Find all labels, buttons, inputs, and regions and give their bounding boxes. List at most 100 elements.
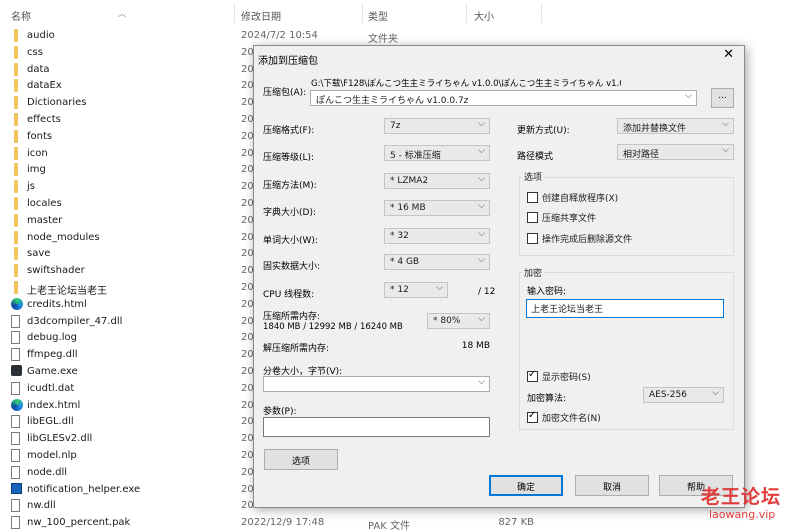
watermark-url: laowang.vip xyxy=(709,508,776,521)
mem-percent-select[interactable]: * 80% ⌵ xyxy=(427,313,490,329)
delete-after-label: 操作完成后删除源文件 xyxy=(542,235,633,245)
file-date: 20 xyxy=(241,450,254,461)
show-password-label: 显示密码(S) xyxy=(542,373,591,383)
word-value: * 32 xyxy=(390,231,409,241)
dict-value: * 16 MB xyxy=(390,203,426,213)
file-row[interactable]: audio 2024/7/2 10:54 文件夹 xyxy=(0,28,560,45)
cancel-button[interactable]: 取消 xyxy=(575,475,649,496)
column-name[interactable]: 名称 xyxy=(11,8,31,23)
update-select[interactable]: 添加并替换文件 ⌵ xyxy=(617,118,734,134)
column-divider[interactable] xyxy=(362,3,363,23)
folder-icon xyxy=(14,146,18,160)
chevron-down-icon: ⌵ xyxy=(478,119,485,129)
delete-after-checkbox[interactable] xyxy=(527,233,538,244)
file-name: save xyxy=(27,248,51,260)
file-name: notification_helper.exe xyxy=(27,483,141,495)
encryption-method-select[interactable]: AES-256 ⌵ xyxy=(643,387,724,403)
folder-icon xyxy=(14,62,18,76)
file-date: 20 xyxy=(241,500,254,512)
dialog-title: 添加到压缩包 xyxy=(258,56,318,67)
shared-files-label: 压缩共享文件 xyxy=(542,214,597,224)
file-date: 20 xyxy=(241,366,254,377)
file-date: 20 xyxy=(241,63,254,75)
exe-icon xyxy=(11,482,22,494)
path-mode-label: 路径模式 xyxy=(517,152,554,162)
options-button[interactable]: 选项 xyxy=(264,449,338,470)
file-name: Dictionaries xyxy=(27,97,87,109)
file-name: libGLESv2.dll xyxy=(27,433,93,445)
method-value: * LZMA2 xyxy=(390,176,429,186)
file-name: icudtl.dat xyxy=(27,382,75,394)
level-select[interactable]: 5 - 标准压缩 ⌵ xyxy=(384,145,490,161)
file-row[interactable]: nw_100_percent.pak 2022/12/9 17:48 PAK 文件 8… xyxy=(0,515,560,532)
ok-button[interactable]: 确定 xyxy=(489,475,563,496)
format-select[interactable]: 7z ⌵ xyxy=(384,118,490,134)
folder-icon xyxy=(14,113,18,126)
document-icon xyxy=(11,499,20,513)
chevron-down-icon: ⌵ xyxy=(478,377,485,387)
browse-button[interactable]: ... xyxy=(711,88,734,108)
file-date: 20 xyxy=(241,130,254,142)
update-label: 更新方式(U): xyxy=(517,126,570,136)
archive-label: 压缩包(A): xyxy=(263,88,307,98)
document-icon xyxy=(11,465,20,479)
dict-select[interactable]: * 16 MB ⌵ xyxy=(384,200,490,216)
method-label: 压缩方法(M): xyxy=(263,181,317,191)
chevron-down-icon: ⌵ xyxy=(712,388,719,398)
mem-compress-values: 1840 MB / 12992 MB / 16240 MB xyxy=(263,322,403,332)
folder-icon xyxy=(14,180,18,194)
chevron-down-icon: ⌵ xyxy=(722,145,729,155)
watermark-title: 老王论坛 xyxy=(701,486,782,508)
file-name: ffmpeg.dll xyxy=(27,349,78,361)
password-input[interactable]: 上老王论坛当老王 xyxy=(526,299,724,318)
word-select[interactable]: * 32 ⌵ xyxy=(384,228,490,244)
file-date: 20 xyxy=(241,46,254,58)
encrypt-names-checkbox[interactable] xyxy=(527,410,538,423)
chevron-down-icon: ⌵ xyxy=(478,229,485,239)
file-date: 20 xyxy=(241,466,254,478)
encrypt-names-label: 加密文件名(N) xyxy=(542,414,601,424)
params-input[interactable] xyxy=(263,417,490,437)
document-icon xyxy=(11,449,20,462)
file-name: img xyxy=(27,164,46,176)
file-date: 20 xyxy=(241,349,254,361)
path-mode-select[interactable]: 相对路径 ⌵ xyxy=(617,144,734,160)
file-date: 20 xyxy=(241,214,254,226)
document-icon xyxy=(11,331,20,345)
level-label: 压缩等级(L): xyxy=(263,153,315,163)
method-select[interactable]: * LZMA2 ⌵ xyxy=(384,173,490,189)
close-icon[interactable]: ✕ xyxy=(723,47,734,62)
encryption-method-value: AES-256 xyxy=(649,390,687,400)
show-password-checkbox[interactable] xyxy=(527,369,538,382)
column-divider[interactable] xyxy=(466,3,467,23)
solid-select[interactable]: * 4 GB ⌵ xyxy=(384,254,490,270)
column-size[interactable]: 大小 xyxy=(474,8,494,23)
file-date: 20 xyxy=(241,181,254,193)
folder-icon xyxy=(14,45,18,59)
threads-value: * 12 xyxy=(390,285,409,295)
file-date: 20 xyxy=(241,80,254,92)
column-divider[interactable] xyxy=(234,3,235,23)
file-name: locales xyxy=(27,198,62,209)
file-date: 20 xyxy=(241,282,254,293)
solid-label: 固实数据大小: xyxy=(263,262,321,272)
split-volume-combo[interactable]: ⌵ xyxy=(263,376,490,392)
document-icon xyxy=(11,314,20,328)
threads-select[interactable]: * 12 ⌵ xyxy=(384,282,448,298)
column-divider[interactable] xyxy=(541,3,542,23)
folder-icon xyxy=(14,96,18,110)
archive-name-combo[interactable]: ぽんこつ生主ミライちゃん v1.0.0.7z ⌵ xyxy=(310,90,697,106)
shared-files-checkbox[interactable] xyxy=(527,212,538,223)
file-date: 20 xyxy=(241,164,254,176)
column-date[interactable]: 修改日期 xyxy=(241,8,281,23)
sfx-checkbox[interactable] xyxy=(527,192,538,203)
file-name: credits.html xyxy=(27,298,87,310)
file-date: 20 xyxy=(241,114,254,125)
column-type[interactable]: 类型 xyxy=(368,8,388,23)
add-to-archive-dialog: 添加到压缩包 ✕ 压缩包(A): G:\下载\F128\ぽんこつ生主ミライちゃん… xyxy=(253,45,745,508)
file-name: master xyxy=(27,214,63,226)
file-date: 20 xyxy=(241,97,254,109)
folder-icon xyxy=(14,247,18,261)
word-label: 单词大小(W): xyxy=(263,236,318,246)
chevron-down-icon: ⌵ xyxy=(478,174,485,184)
